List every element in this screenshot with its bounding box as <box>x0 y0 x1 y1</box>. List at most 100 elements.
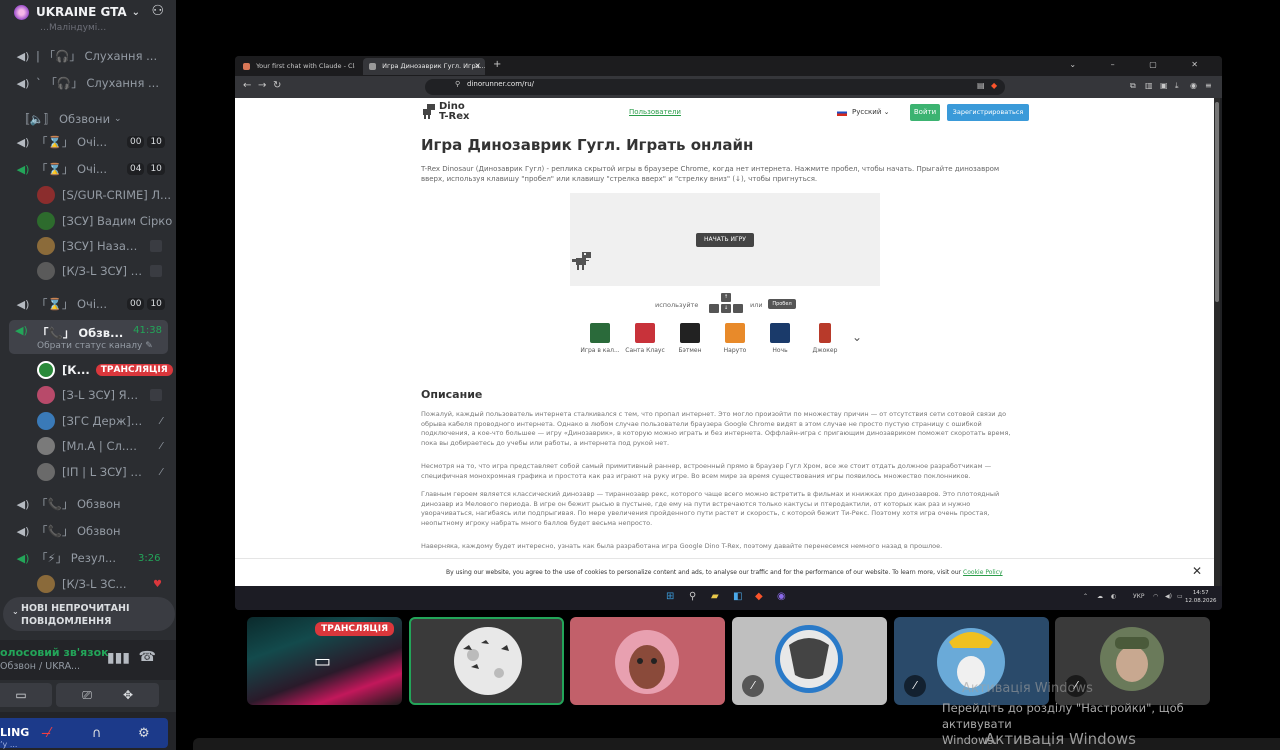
language-select[interactable]: Русский ⌄ <box>837 108 889 116</box>
activities-button[interactable]: ✥ <box>97 683 159 707</box>
or-label: или <box>750 301 763 309</box>
active-voice-channel[interactable]: ◀) 「📞」 Обзв... 41:38 Обрати статус канал… <box>9 320 168 354</box>
cloud-icon[interactable]: ☁ <box>1097 593 1103 600</box>
voice-channel-obzvon-2[interactable]: ◀) 「📞」 Обзвон <box>0 519 176 543</box>
camera-button[interactable]: ▭ <box>0 683 52 707</box>
pink-avatar-tile[interactable] <box>570 617 725 705</box>
new-tab-icon[interactable]: + <box>493 59 501 70</box>
disconnect-icon[interactable]: ☎ <box>139 649 156 665</box>
skin-option[interactable]: Игра в кал... <box>580 323 620 354</box>
voice-channel-och-3[interactable]: ◀) 「⌛」 Очі... 00 10 <box>0 292 176 316</box>
skin-joker-icon <box>819 323 831 343</box>
arrow-down-key-icon: ↓ <box>721 304 731 313</box>
extensions-icon[interactable]: ⧉ <box>1130 81 1136 91</box>
stream-tile[interactable]: ТРАНСЛЯЦІЯ ▭ <box>247 617 402 705</box>
user-name: [З-L ЗСУ] Яся ... <box>62 388 144 402</box>
settings-gear-icon[interactable]: ⚙ <box>138 726 150 741</box>
avatar <box>37 575 55 593</box>
downloads-icon[interactable]: ⤓ <box>1175 81 1179 91</box>
close-tab-icon[interactable]: × <box>474 61 481 70</box>
skin-label: Игра в кал... <box>580 347 620 354</box>
skin-option[interactable]: Санта Клаус <box>625 323 665 354</box>
phone-icon: ◀) <box>15 324 28 337</box>
voice-user[interactable]: [З-L ЗСУ] Яся ... <box>0 383 176 407</box>
voice-user[interactable]: [К/З-L ЗСУ] В... <box>0 259 176 283</box>
channel-label: 「📞」 Обзвон <box>36 524 121 538</box>
skin-option[interactable]: Наруто <box>715 323 755 354</box>
mic-muted-icon[interactable]: ⁄̶ <box>48 726 50 741</box>
anime-avatar-tile[interactable]: ⁄ <box>732 617 887 705</box>
voice-channel-obzvon-1[interactable]: ◀) 「📞」 Обзвон <box>0 492 176 516</box>
battery-icon[interactable]: ▭ <box>1177 593 1183 600</box>
avatar <box>37 186 55 204</box>
register-button[interactable]: Зарегистрироваться <box>947 104 1029 121</box>
category-obzvony[interactable]: 〚🔈〛 Обзвони ⌄ <box>0 107 176 131</box>
voice-channel-results[interactable]: ◀) 「⚡」 Резул... 3:26 <box>0 546 176 570</box>
user-name[interactable]: LING <box>0 726 29 739</box>
server-header[interactable]: UKRAINE GTA ⌄ ⚇ <box>0 0 176 24</box>
voice-user[interactable]: [К/З-L ЗС... ♥ <box>0 572 176 596</box>
tab-claude[interactable]: Your first chat with Claude - Claude <box>237 58 355 75</box>
skin-option[interactable]: Джокер <box>805 323 845 354</box>
start-game-button[interactable]: НАЧАТЬ ИГРУ <box>696 233 754 247</box>
wallet-icon[interactable]: ▣ <box>1160 81 1168 90</box>
voice-user[interactable]: [S/GUR-CRIME] Л... <box>0 183 176 207</box>
app-root: UKRAINE GTA ⌄ ⚇ …Маліндумі… ◀) | 「🎧」 Слу… <box>0 0 1280 750</box>
voice-user[interactable]: [ІП | L ЗСУ] Ол... ⁄ <box>0 460 176 484</box>
noise-suppression-icon[interactable]: ▮▮▮ <box>107 650 130 666</box>
channel-status-prompt[interactable]: Обрати статус каналу ✎ <box>37 341 153 351</box>
search-icon[interactable]: ⚲ <box>689 591 696 602</box>
voice-user[interactable]: [ЗСУ] Вадим Сірко <box>0 209 176 233</box>
wifi-icon[interactable]: ◠ <box>1153 593 1158 600</box>
moon-avatar-tile[interactable] <box>409 617 564 705</box>
voice-user[interactable]: [ЗГС Держ] В... ⁄ <box>0 409 176 433</box>
tab-dino-game[interactable]: Игра Динозаврик Гугл. Игра... × <box>363 58 485 75</box>
skin-option[interactable]: Ночь <box>760 323 800 354</box>
taskbar-clock[interactable]: 14:57 12.08.2026 <box>1185 589 1217 605</box>
sidebar-icon[interactable]: ▥ <box>1145 81 1153 90</box>
vscode-icon[interactable]: ◧ <box>733 591 742 602</box>
game-canvas[interactable]: НАЧАТЬ ИГРУ <box>570 193 880 286</box>
site-logo[interactable]: Dino T-Rex <box>423 102 469 122</box>
discord-icon[interactable]: ◉ <box>777 591 786 602</box>
volume-icon[interactable]: ◀) <box>1165 593 1172 600</box>
skin-option[interactable]: Бэтмен <box>670 323 710 354</box>
back-icon[interactable]: ← <box>243 80 251 91</box>
unread-messages-banner[interactable]: ⌄ НОВІ НЕПРОЧИТАНІ ПОВІДОМЛЕННЯ <box>3 597 175 631</box>
pink-avatar <box>615 630 679 694</box>
windows-start-icon[interactable]: ⊞ <box>666 591 674 602</box>
tray-chevron-icon[interactable]: ⌃ <box>1083 593 1088 600</box>
brave-shield-icon[interactable]: ◆ <box>991 81 997 90</box>
voice-user-streaming[interactable]: [К... ТРАНСЛЯЦІЯ <box>0 358 176 382</box>
add-member-icon[interactable]: ⚇ <box>151 3 164 19</box>
chevron-down-icon[interactable]: ⌄ <box>852 330 862 344</box>
brave-browser-icon[interactable]: ◆ <box>755 591 763 602</box>
login-button[interactable]: Войти <box>910 104 940 121</box>
window-controls[interactable]: ⌄ – ▢ ✕ <box>1069 60 1214 69</box>
file-explorer-icon[interactable]: ▰ <box>711 591 719 602</box>
voice-user[interactable]: [ЗСУ] Назар Г... <box>0 234 176 258</box>
input-language[interactable]: УКР <box>1133 593 1145 600</box>
voice-channel-och-2[interactable]: ◀) 「⌛」 Очі... 04 10 <box>0 157 176 181</box>
voice-channel-listening-2[interactable]: ◀) ˋ 「🎧」 Слухання ... <box>0 71 176 95</box>
tray-app-icon[interactable]: ◐ <box>1111 593 1116 600</box>
nav-users-link[interactable]: Пользователи <box>629 108 681 116</box>
server-name: UKRAINE GTA <box>36 5 127 19</box>
live-badge: ТРАНСЛЯЦІЯ <box>315 622 394 636</box>
site-info-icon[interactable]: ⚲ <box>455 80 460 88</box>
headphones-icon[interactable]: ∩ <box>92 726 102 741</box>
voice-channel-listening-1[interactable]: ◀) | 「🎧」 Слухання ... <box>0 44 176 68</box>
reload-icon[interactable]: ↻ <box>273 80 281 91</box>
voice-channel-name[interactable]: Обзвон / UKRA... <box>0 661 80 672</box>
scroll-thumb[interactable] <box>1215 102 1219 302</box>
cookie-policy-link[interactable]: Cookie Policy <box>963 569 1003 576</box>
trex-sprite-icon <box>572 252 591 270</box>
reader-icon[interactable]: ▤ <box>977 81 985 90</box>
forward-icon[interactable]: → <box>258 80 266 91</box>
voice-user[interactable]: [Мл.А | Сл.ЗС... ⁄ <box>0 434 176 458</box>
menu-icon[interactable]: ≡ <box>1205 81 1212 90</box>
close-icon[interactable]: ✕ <box>1192 564 1202 578</box>
page-scrollbar[interactable] <box>1214 98 1220 586</box>
voice-channel-och-1[interactable]: ◀) 「⌛」 Очі... 00 10 <box>0 130 176 154</box>
vpn-icon[interactable]: ◉ <box>1190 81 1197 90</box>
